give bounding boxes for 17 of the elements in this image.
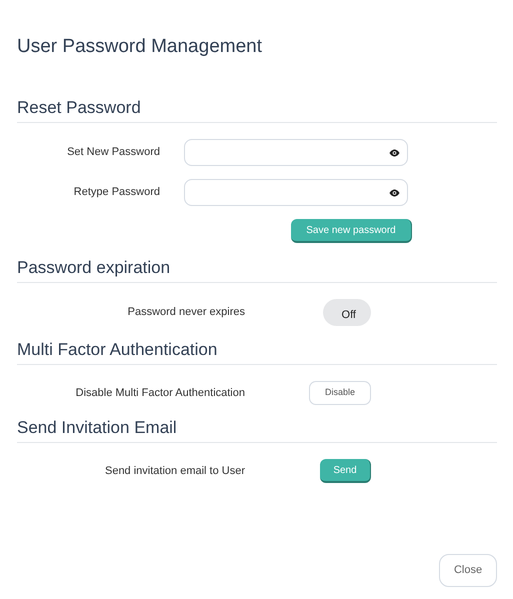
toggle-switch[interactable]: Off: [323, 299, 371, 326]
setting-label: Password never expires: [126, 305, 245, 320]
section-heading: Send Invitation Email: [17, 417, 178, 439]
password-field[interactable]: [184, 179, 408, 206]
setting-label: Disable Multi Factor Authentication: [74, 386, 245, 401]
section-heading: Multi Factor Authentication: [17, 339, 218, 361]
field-label: Retype Password: [72, 185, 160, 200]
eye-icon[interactable]: [389, 188, 400, 196]
section-heading: Password expiration: [17, 257, 172, 279]
section-heading: Reset Password: [17, 97, 142, 119]
field-label: Set New Password: [66, 145, 160, 160]
password-field[interactable]: [184, 139, 408, 166]
dialog-title: User Password Management: [17, 35, 263, 59]
close-button[interactable]: Close: [439, 554, 497, 587]
setting-label: Send invitation email to User: [104, 464, 245, 479]
eye-icon[interactable]: [389, 148, 400, 156]
disable-button[interactable]: Disable: [309, 381, 371, 405]
